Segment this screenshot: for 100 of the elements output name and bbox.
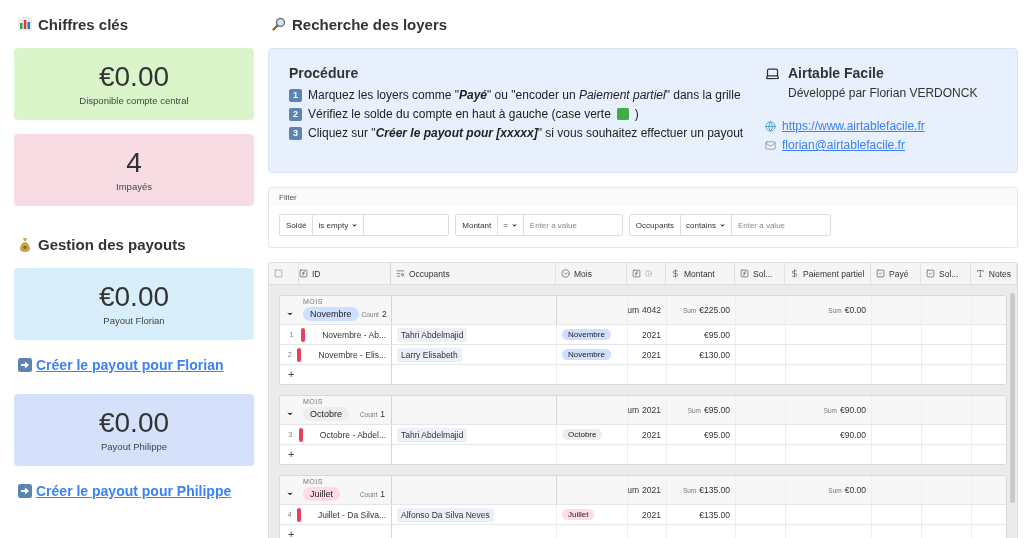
caret-icon: [351, 221, 359, 229]
step-text: ): [634, 107, 639, 121]
dollar-icon: [671, 269, 680, 278]
operator-dropdown[interactable]: =: [498, 214, 524, 236]
occupant-chip: Tahri Abdelmajid: [397, 327, 468, 342]
status-bar-icon: [301, 327, 306, 342]
operator-dropdown[interactable]: contains: [681, 214, 732, 236]
magnifier-icon: [272, 17, 286, 31]
group-tag: Novembre: [303, 307, 359, 321]
dollar-icon: [790, 269, 799, 278]
add-row-button[interactable]: +: [285, 369, 295, 380]
envelope-icon: [765, 139, 776, 151]
sum-value: 4042: [642, 305, 661, 315]
stat-label: Payout Florian: [103, 314, 165, 326]
dropdown-icon: [561, 269, 570, 278]
stat-label: Disponible compte central: [79, 94, 189, 106]
bar-chart-icon: [18, 17, 32, 31]
panel-title: Procédure: [289, 65, 360, 81]
step-text: Marquez les loyers comme "Payé" ou "encoder un Paiement partiel" dans la grille: [308, 88, 741, 102]
sum-label: um: [628, 305, 640, 315]
add-row-button[interactable]: +: [285, 449, 295, 460]
column-header[interactable]: Sol...: [735, 263, 785, 284]
sum-value: €0.00: [844, 305, 866, 315]
table-cell: 2021: [642, 509, 661, 520]
table-cell: 2021: [642, 329, 661, 340]
occupant-chip: Alfonso Da Silva Neves: [397, 507, 494, 522]
collapse-caret-icon[interactable]: [286, 490, 294, 498]
month-tag: Novembre: [562, 329, 611, 340]
month-tag: Juillet: [562, 509, 595, 520]
column-header[interactable]: Montant: [666, 263, 735, 284]
panel-title: Airtable Facile: [788, 65, 884, 81]
table-cell: Octobre - Abdel...: [319, 429, 386, 440]
sum-value: €225.00: [699, 305, 730, 315]
info-icon: [645, 270, 652, 277]
stat-label: Payout Philippe: [101, 440, 167, 452]
count-value: 1: [380, 489, 385, 499]
author-text: Développé par Florian VERDONCK: [787, 86, 979, 100]
sum-value: €95.00: [704, 405, 730, 415]
value-field[interactable]: [364, 214, 450, 236]
table-cell: €90.00: [840, 429, 866, 440]
text-icon: [976, 269, 985, 278]
value-field[interactable]: Enter a value: [731, 214, 831, 236]
section-title: Gestion des payouts: [38, 235, 186, 253]
collapse-caret-icon[interactable]: [286, 310, 294, 318]
table-cell: €130.00: [699, 349, 730, 360]
payout-link[interactable]: Créer le payout pour Philippe: [36, 483, 232, 499]
checkbox-icon: [876, 269, 885, 278]
sum-value: 2021: [642, 485, 661, 495]
step-number: 3: [289, 126, 302, 140]
caret-icon: [510, 221, 518, 229]
add-row-button[interactable]: +: [285, 529, 295, 538]
stat-label: Impayés: [116, 180, 152, 192]
table-cell: Juillet - Da Silva...: [317, 509, 386, 520]
step-text: Cliquez sur "Créer le payout pour [xxxxx]" si vous souhaitez effectuer un payout: [308, 126, 744, 140]
step-number: 1: [289, 88, 302, 102]
table-cell: €135.00: [699, 509, 730, 520]
sum-label: um: [628, 405, 640, 415]
filter-title: Filter: [269, 188, 1017, 206]
filter-field: Occupants: [628, 214, 682, 236]
function-icon: [632, 269, 641, 278]
money-bag-icon: [18, 236, 32, 252]
status-bar-icon: [297, 347, 302, 362]
globe-icon: [765, 120, 776, 132]
month-tag: Octobre: [562, 429, 603, 440]
table-cell: 2021: [642, 349, 661, 360]
table-cell: Novembre - Elis...: [318, 349, 386, 360]
step-number: 2: [289, 107, 302, 121]
filter-field: Montant: [455, 214, 499, 236]
collapse-caret-icon[interactable]: [286, 410, 294, 418]
payout-link[interactable]: Créer le payout pour Florian: [36, 357, 224, 373]
table-cell: 2021: [642, 429, 661, 440]
sum-value: €90.00: [840, 405, 866, 415]
right-arrow-icon: [18, 484, 32, 498]
column-header[interactable]: Occupants: [391, 263, 556, 284]
group-tag: Juillet: [303, 487, 340, 501]
stat-value: €0.00: [98, 282, 170, 311]
status-bar-icon: [296, 507, 301, 522]
column-header[interactable]: Notes: [971, 263, 1017, 284]
table-cell: €95.00: [704, 429, 730, 440]
sum-value: 2021: [642, 405, 661, 415]
caret-icon: [718, 221, 726, 229]
table-cell: €95.00: [704, 329, 730, 340]
column-header[interactable]: ID: [299, 263, 391, 284]
column-header[interactable]: Mois: [556, 263, 627, 284]
group-tag: Octobre: [303, 407, 349, 421]
sum-value: €0.00: [844, 485, 866, 495]
sum-value: €135.00: [699, 485, 730, 495]
laptop-icon: [765, 65, 780, 81]
count-value: 1: [380, 409, 385, 419]
column-header[interactable]: Sol...: [921, 263, 971, 284]
column-header[interactable]: Payé: [871, 263, 921, 284]
select-all-checkbox[interactable]: [274, 269, 283, 278]
operator-dropdown[interactable]: is empty: [313, 214, 365, 236]
value-field[interactable]: Enter a value: [523, 214, 623, 236]
function-icon: [740, 269, 749, 278]
status-bar-icon: [298, 427, 303, 442]
occupant-chip: Tahri Abdelmajid: [397, 427, 468, 442]
occupant-chip: Larry Elisabeth: [397, 347, 462, 362]
column-header[interactable]: Paiement partiel: [785, 263, 871, 284]
right-arrow-icon: [18, 358, 32, 372]
